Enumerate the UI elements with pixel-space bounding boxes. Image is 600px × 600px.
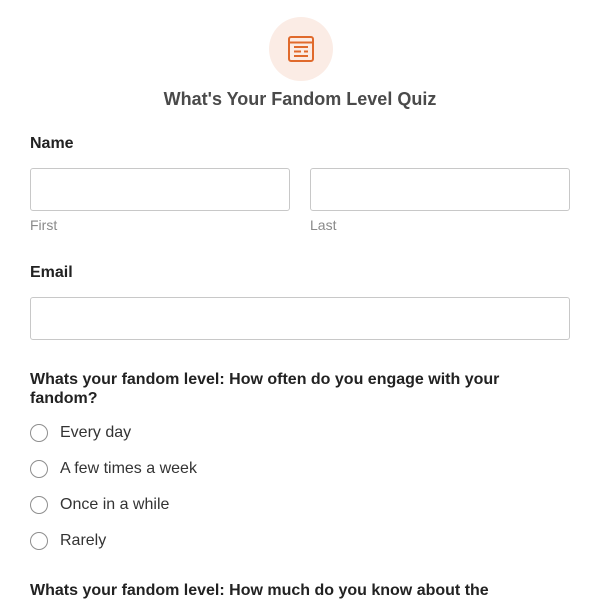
first-name-sublabel: First xyxy=(30,217,58,233)
question-fandom-knowledge: Whats your fandom level: How much do you… xyxy=(30,582,489,599)
last-name-sublabel: Last xyxy=(310,217,337,233)
radio-option-rarely[interactable]: Rarely xyxy=(30,530,106,552)
radio-option-label: Every day xyxy=(60,424,132,441)
first-name-input[interactable] xyxy=(30,168,290,211)
radio-option-label: A few times a week xyxy=(60,460,197,477)
last-name-input[interactable] xyxy=(310,168,570,211)
radio-option-label: Rarely xyxy=(60,532,107,549)
radio-option-once-in-while[interactable]: Once in a while xyxy=(30,494,169,516)
question-engagement-frequency: Whats your fandom level: How often do yo… xyxy=(30,371,500,407)
radio-button[interactable] xyxy=(30,532,48,550)
radio-option-few-times-week[interactable]: A few times a week xyxy=(30,458,197,480)
radio-option-every-day[interactable]: Every day xyxy=(30,422,131,444)
form-header-badge xyxy=(269,17,333,81)
form-list-icon xyxy=(288,36,314,62)
radio-button[interactable] xyxy=(30,496,48,514)
radio-option-label: Once in a while xyxy=(60,496,170,513)
radio-button[interactable] xyxy=(30,424,48,442)
quiz-form-page: What's Your Fandom Level Quiz Name First… xyxy=(0,0,600,600)
email-label: Email xyxy=(30,264,73,281)
email-input[interactable] xyxy=(30,297,570,340)
radio-button[interactable] xyxy=(30,460,48,478)
name-label: Name xyxy=(30,135,74,152)
form-title: What's Your Fandom Level Quiz xyxy=(163,89,437,109)
